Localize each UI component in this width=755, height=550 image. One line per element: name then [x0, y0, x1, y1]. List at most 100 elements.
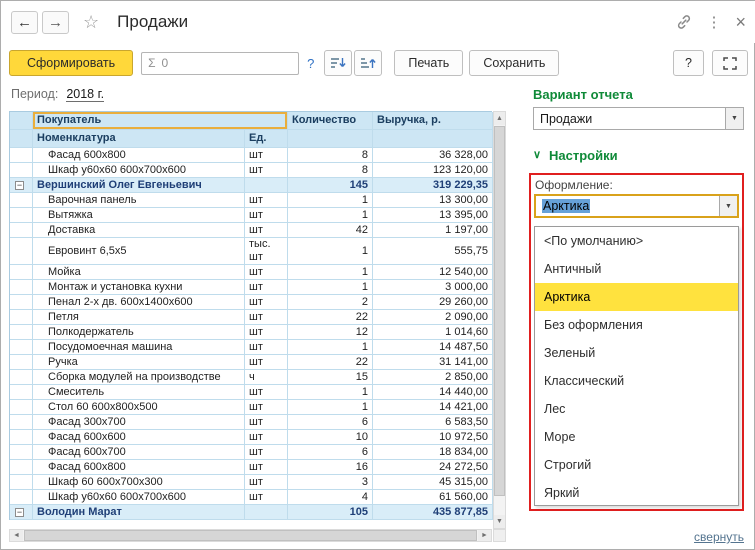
cell-unit[interactable]: шт — [245, 445, 288, 460]
table-row[interactable]: Евровинт 6,5х5 тыс. шт 1 555,75 — [10, 238, 493, 265]
table-row[interactable]: Вытяжка шт 1 13 395,00 — [10, 208, 493, 223]
cell-name[interactable]: Петля — [33, 310, 245, 325]
cell-quantity[interactable]: 8 — [288, 148, 373, 163]
cell-name[interactable]: Володин Марат — [33, 505, 245, 520]
cell-name[interactable]: Монтаж и установка кухни — [33, 280, 245, 295]
style-option[interactable]: Лес — [535, 395, 738, 423]
cell-quantity[interactable]: 12 — [288, 325, 373, 340]
cell-name[interactable]: Варочная панель — [33, 193, 245, 208]
style-option[interactable]: Арктика — [535, 283, 738, 311]
cell-name[interactable]: Вытяжка — [33, 208, 245, 223]
period-value-link[interactable]: 2018 г. — [66, 87, 105, 102]
cell-name[interactable]: Смеситель — [33, 385, 245, 400]
cell-quantity[interactable]: 1 — [288, 238, 373, 265]
cell-quantity[interactable]: 1 — [288, 280, 373, 295]
cell-quantity[interactable]: 1 — [288, 208, 373, 223]
sort-ascending-button[interactable] — [354, 50, 383, 76]
cell-quantity[interactable]: 8 — [288, 163, 373, 178]
cell-revenue[interactable]: 18 834,00 — [373, 445, 493, 460]
cell-quantity[interactable]: 22 — [288, 310, 373, 325]
back-button[interactable]: ← — [11, 10, 38, 34]
sort-descending-button[interactable] — [324, 50, 353, 76]
cell-unit[interactable]: шт — [245, 163, 288, 178]
cell-revenue[interactable]: 1 197,00 — [373, 223, 493, 238]
cell-quantity[interactable]: 4 — [288, 490, 373, 505]
cell-name[interactable]: Сборка модулей на производстве — [33, 370, 245, 385]
style-option[interactable]: <По умолчанию> — [535, 227, 738, 255]
cell-name[interactable]: Посудомоечная машина — [33, 340, 245, 355]
save-button[interactable]: Сохранить — [469, 50, 560, 76]
cell-quantity[interactable]: 3 — [288, 475, 373, 490]
style-option[interactable]: Море — [535, 423, 738, 451]
cell-revenue[interactable]: 14 421,00 — [373, 400, 493, 415]
table-row[interactable]: Ручка шт 22 31 141,00 — [10, 355, 493, 370]
table-row[interactable]: Фасад 600x800 шт 8 36 328,00 — [10, 148, 493, 163]
generate-button[interactable]: Сформировать — [9, 50, 134, 76]
cell-quantity[interactable]: 1 — [288, 400, 373, 415]
scroll-up-icon[interactable]: ▲ — [494, 112, 505, 125]
table-row[interactable]: Монтаж и установка кухни шт 1 3 000,00 — [10, 280, 493, 295]
horizontal-scrollbar[interactable]: ◄ ► — [9, 529, 492, 542]
style-dropdown-icon[interactable]: ▼ — [719, 196, 737, 216]
autosum-field[interactable]: Σ 0 — [141, 51, 300, 75]
cell-quantity[interactable]: 1 — [288, 193, 373, 208]
style-option[interactable]: Строгий — [535, 451, 738, 479]
cell-revenue[interactable]: 555,75 — [373, 238, 493, 265]
cell-quantity[interactable]: 6 — [288, 445, 373, 460]
cell-revenue[interactable]: 123 120,00 — [373, 163, 493, 178]
vertical-scroll-thumb[interactable] — [494, 126, 505, 496]
cell-revenue[interactable]: 6 583,50 — [373, 415, 493, 430]
header-revenue[interactable]: Выручка, р. — [373, 112, 493, 130]
favorite-star-icon[interactable]: ☆ — [83, 12, 99, 33]
cell-quantity[interactable]: 15 — [288, 370, 373, 385]
cell-unit[interactable]: ч — [245, 370, 288, 385]
table-row[interactable]: Полкодержатель шт 12 1 014,60 — [10, 325, 493, 340]
style-option[interactable]: Яркий — [535, 479, 738, 507]
cell-revenue[interactable]: 435 877,85 — [373, 505, 493, 520]
cell-unit[interactable]: шт — [245, 385, 288, 400]
table-row[interactable]: − Вершинский Олег Евгеньевич 145 319 229… — [10, 178, 493, 193]
cell-revenue[interactable]: 3 000,00 — [373, 280, 493, 295]
table-row[interactable]: − Володин Марат 105 435 877,85 — [10, 505, 493, 520]
style-option[interactable]: Классический — [535, 367, 738, 395]
cell-unit[interactable]: шт — [245, 280, 288, 295]
scroll-left-icon[interactable]: ◄ — [10, 530, 23, 541]
cell-revenue[interactable]: 13 395,00 — [373, 208, 493, 223]
cell-name[interactable]: Стол 60 600х800х500 — [33, 400, 245, 415]
collapse-toggle-icon[interactable]: − — [15, 507, 24, 517]
cell-name[interactable]: Ручка — [33, 355, 245, 370]
cell-quantity[interactable]: 22 — [288, 355, 373, 370]
variant-combobox[interactable]: Продажи ▼ — [533, 107, 744, 130]
close-icon[interactable]: × — [735, 13, 746, 31]
scroll-down-icon[interactable]: ▼ — [494, 515, 505, 528]
table-row[interactable]: Фасад 300х700 шт 6 6 583,50 — [10, 415, 493, 430]
vertical-scrollbar[interactable]: ▲ ▼ — [493, 111, 506, 529]
collapse-toggle-icon[interactable]: − — [15, 180, 24, 190]
cell-name[interactable]: Фасад 300х700 — [33, 415, 245, 430]
cell-revenue[interactable]: 36 328,00 — [373, 148, 493, 163]
cell-revenue[interactable]: 12 540,00 — [373, 265, 493, 280]
table-row[interactable]: Фасад 600х700 шт 6 18 834,00 — [10, 445, 493, 460]
cell-unit[interactable]: шт — [245, 400, 288, 415]
cell-unit[interactable]: шт — [245, 475, 288, 490]
table-row[interactable]: Петля шт 22 2 090,00 — [10, 310, 493, 325]
forward-button[interactable]: → — [42, 10, 69, 34]
cell-quantity[interactable]: 1 — [288, 340, 373, 355]
cell-unit[interactable]: шт — [245, 415, 288, 430]
cell-revenue[interactable]: 14 487,50 — [373, 340, 493, 355]
header-quantity[interactable]: Количество — [288, 112, 373, 130]
cell-unit[interactable]: шт — [245, 208, 288, 223]
cell-unit[interactable]: тыс. шт — [245, 238, 288, 265]
cell-unit[interactable]: шт — [245, 430, 288, 445]
cell-unit[interactable]: шт — [245, 193, 288, 208]
cell-quantity[interactable]: 10 — [288, 430, 373, 445]
cell-revenue[interactable]: 319 229,35 — [373, 178, 493, 193]
table-row[interactable]: Сборка модулей на производстве ч 15 2 85… — [10, 370, 493, 385]
fullscreen-button[interactable] — [712, 50, 748, 76]
cell-revenue[interactable]: 45 315,00 — [373, 475, 493, 490]
table-row[interactable]: Фасад 600х800 шт 16 24 272,50 — [10, 460, 493, 475]
cell-name[interactable]: Шкаф у60х60 600х700х600 — [33, 163, 245, 178]
table-row[interactable]: Шкаф у60х60 600х700х600 шт 4 61 560,00 — [10, 490, 493, 505]
horizontal-scroll-thumb[interactable] — [24, 530, 477, 541]
table-row[interactable]: Варочная панель шт 1 13 300,00 — [10, 193, 493, 208]
